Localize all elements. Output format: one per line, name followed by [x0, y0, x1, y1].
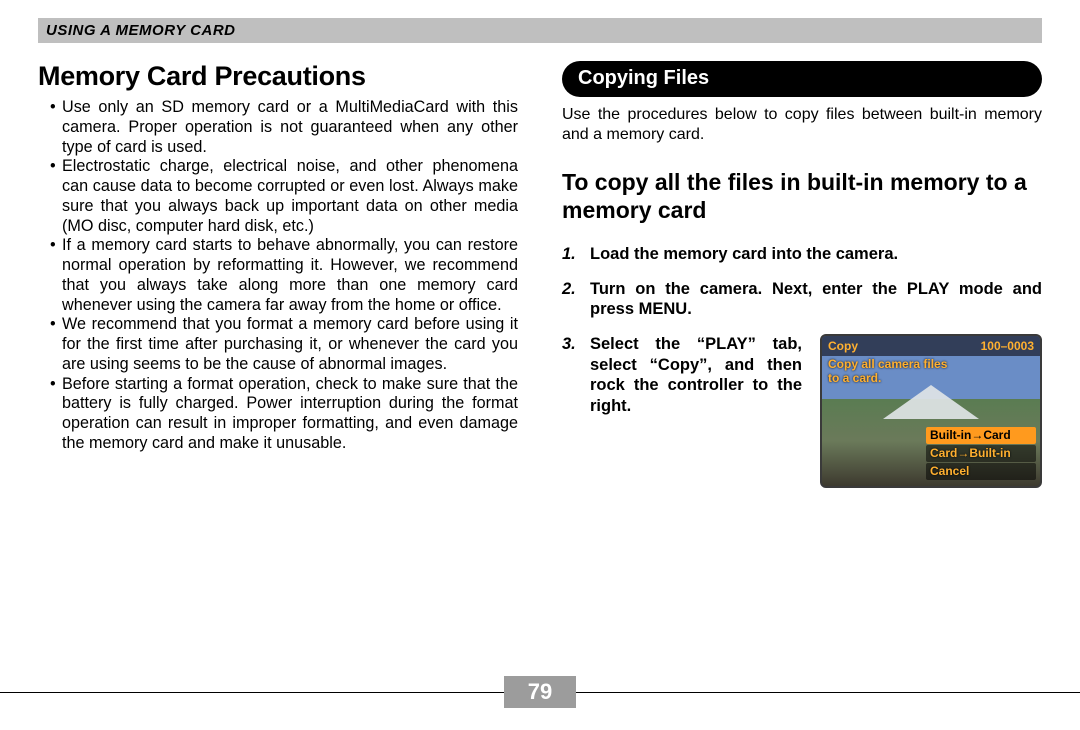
- step-text: Select the “PLAY” tab, select “Copy”, an…: [590, 334, 802, 417]
- left-heading: Memory Card Precautions: [38, 61, 518, 92]
- bullet-item: Before starting a format operation, chec…: [50, 375, 518, 454]
- camera-lcd-screenshot: Copy 100–0003 Copy all camera files to a…: [820, 334, 1042, 488]
- copying-files-pill: Copying Files: [562, 61, 1042, 97]
- columns: Memory Card Precautions Use only an SD m…: [38, 61, 1042, 502]
- step-number: 3.: [562, 334, 580, 488]
- page-footer: 79: [0, 676, 1080, 708]
- lcd-subtitle-line: Copy all camera files: [828, 358, 947, 372]
- step-number: 2.: [562, 279, 580, 320]
- page-number: 79: [504, 676, 576, 708]
- precautions-list: Use only an SD memory card or a MultiMed…: [38, 98, 518, 454]
- bullet-item: If a memory card starts to behave abnorm…: [50, 236, 518, 315]
- steps-list: 1. Load the memory card into the camera.…: [562, 244, 1042, 488]
- bullet-item: Electrostatic charge, electrical noise, …: [50, 157, 518, 236]
- lcd-title: Copy: [828, 339, 858, 354]
- section-header: USING A MEMORY CARD: [38, 18, 1042, 43]
- footer-rule: [0, 692, 504, 693]
- lcd-subtitle-line: to a card.: [828, 372, 947, 386]
- bullet-item: We recommend that you format a memory ca…: [50, 315, 518, 374]
- left-column: Memory Card Precautions Use only an SD m…: [38, 61, 518, 502]
- lcd-menu: Built-in→Card Card→Built-in Cancel: [926, 426, 1036, 480]
- step-number: 1.: [562, 244, 580, 265]
- step-2: 2. Turn on the camera. Next, enter the P…: [562, 279, 1042, 320]
- bullet-item: Use only an SD memory card or a MultiMed…: [50, 98, 518, 157]
- right-column: Copying Files Use the procedures below t…: [562, 61, 1042, 502]
- step-text: Load the memory card into the camera.: [590, 244, 1042, 265]
- lcd-menu-item: Card→Built-in: [926, 445, 1036, 462]
- lcd-topbar: Copy 100–0003: [822, 336, 1040, 356]
- lcd-subtitle: Copy all camera files to a card.: [828, 358, 947, 386]
- footer-rule: [576, 692, 1080, 693]
- mountain-graphic: [883, 385, 979, 419]
- procedure-heading: To copy all the files in built-in memory…: [562, 168, 1042, 224]
- step-text: Turn on the camera. Next, enter the PLAY…: [590, 279, 1042, 320]
- lcd-menu-item-selected: Built-in→Card: [926, 427, 1036, 444]
- step-1: 1. Load the memory card into the camera.: [562, 244, 1042, 265]
- manual-page: USING A MEMORY CARD Memory Card Precauti…: [0, 0, 1080, 730]
- lcd-file-number: 100–0003: [981, 339, 1034, 354]
- lcd-menu-item: Cancel: [926, 463, 1036, 480]
- step-3: 3. Select the “PLAY” tab, select “Copy”,…: [562, 334, 1042, 488]
- intro-text: Use the procedures below to copy files b…: [562, 105, 1042, 144]
